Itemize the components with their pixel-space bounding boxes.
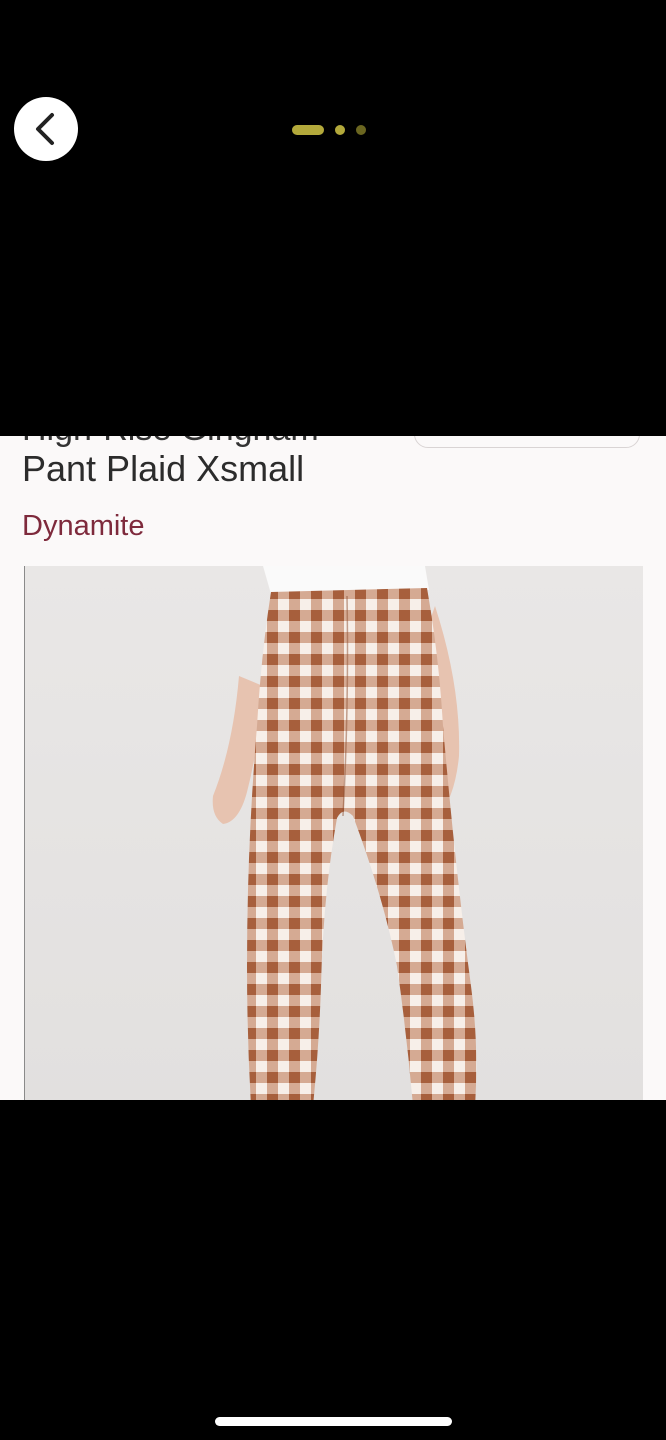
brand-name[interactable]: Dynamite bbox=[22, 510, 145, 543]
action-chip[interactable] bbox=[414, 436, 640, 448]
pager-dot[interactable] bbox=[356, 124, 366, 135]
product-card: High-Rise Gingham Pant Plaid Xsmall Dyna… bbox=[0, 436, 666, 1100]
product-title: Pant Plaid Xsmall bbox=[22, 448, 305, 489]
pager-dot[interactable] bbox=[335, 124, 345, 135]
home-indicator[interactable] bbox=[215, 1417, 452, 1426]
pager-dot-active[interactable] bbox=[292, 124, 324, 135]
image-pager[interactable] bbox=[292, 124, 366, 135]
chevron-left-icon bbox=[32, 111, 60, 147]
product-photo bbox=[24, 566, 643, 1100]
back-button[interactable] bbox=[14, 97, 78, 161]
